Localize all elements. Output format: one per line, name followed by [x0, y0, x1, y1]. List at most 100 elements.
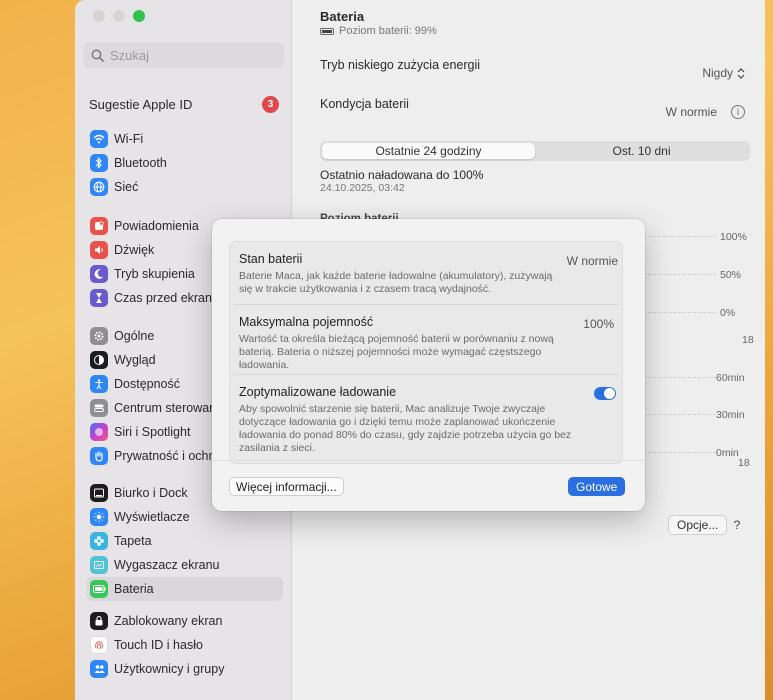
- battery-health-row: W normie i: [666, 105, 745, 119]
- battery-small-icon: [320, 27, 334, 35]
- axis-tick-level-x: 18: [742, 334, 754, 346]
- max-capacity-desc: Wartość ta określa bieżącą pojemność bat…: [239, 333, 554, 371]
- optimized-charging-title: Zoptymalizowane ładowanie: [239, 385, 397, 399]
- sidebar-item-label: Sieć: [114, 180, 139, 194]
- sidebar-item-label: Zablokowany ekran: [114, 614, 223, 628]
- page-title: Bateria: [320, 9, 365, 24]
- hourglass-icon: [90, 289, 108, 307]
- low-power-select[interactable]: Nigdy: [702, 66, 745, 80]
- flower-icon: [90, 532, 108, 550]
- axis-label-usage-0: 0min: [716, 447, 739, 459]
- battery-condition-title: Stan baterii: [239, 252, 303, 266]
- last-charged-label: Ostatnio naładowana do 100%: [320, 168, 484, 182]
- bell-icon: [90, 217, 108, 235]
- sidebar-item-label: Bluetooth: [114, 156, 167, 170]
- sidebar-group-security: Zablokowany ekran Touch ID i hasło Użytk…: [87, 609, 283, 681]
- gear-icon: [90, 327, 108, 345]
- close-button[interactable]: [93, 10, 105, 22]
- sidebar-item-bluetooth[interactable]: Bluetooth: [87, 151, 283, 175]
- battery-level-text: Poziom baterii: 99%: [339, 25, 437, 37]
- optimized-charging-card: Zoptymalizowane ładowanie Aby spowolnić …: [229, 374, 623, 464]
- sidebar-item-label: Użytkownicy i grupy: [114, 662, 225, 676]
- sidebar-item-label: Wi-Fi: [114, 132, 144, 146]
- sidebar-item-label: Siri i Spotlight: [114, 425, 191, 439]
- battery-condition-desc: Baterie Maca, jak każde baterie ładowaln…: [239, 270, 553, 295]
- battery-condition-row: Stan baterii Baterie Maca, jak każde bat…: [230, 242, 622, 304]
- siri-icon: [90, 423, 108, 441]
- sidebar-item-network[interactable]: Sieć: [87, 175, 283, 199]
- sidebar-item-wallpaper[interactable]: Tapeta: [87, 529, 283, 553]
- sidebar-item-label: Wygląd: [114, 353, 156, 367]
- chevron-up-down-icon: [737, 67, 745, 79]
- search-input[interactable]: [110, 47, 270, 63]
- tab-last-24-hours[interactable]: Ostatnie 24 godziny: [322, 143, 535, 159]
- dock-icon: [90, 484, 108, 502]
- sidebar-item-label: Centrum sterowania: [114, 401, 226, 415]
- battery-health-label: Kondycja baterii: [320, 97, 409, 111]
- zoom-button[interactable]: [133, 10, 145, 22]
- sidebar-group-network: Wi-Fi Bluetooth Sieć: [87, 127, 283, 199]
- last-charged-date: 24.10.2025, 03:42: [320, 182, 405, 194]
- axis-label-level-50: 50%: [720, 269, 742, 281]
- globe-icon: [90, 178, 108, 196]
- speaker-icon: [90, 241, 108, 259]
- fingerprint-icon: [90, 636, 108, 654]
- apple-id-suggestions[interactable]: Sugestie Apple ID 3: [89, 94, 279, 114]
- wifi-icon: [90, 130, 108, 148]
- search-icon: [91, 49, 104, 62]
- battery-condition-value: W normie: [566, 254, 618, 268]
- sidebar-item-screensaver[interactable]: Wygaszacz ekranu: [87, 553, 283, 577]
- sidebar-item-label: Tryb skupienia: [114, 267, 195, 281]
- minimize-button[interactable]: [113, 10, 125, 22]
- sun-icon: [90, 508, 108, 526]
- sidebar-item-touch-id[interactable]: Touch ID i hasło: [87, 633, 283, 657]
- window-controls: [93, 10, 145, 22]
- sidebar-item-label: Touch ID i hasło: [114, 638, 203, 652]
- battery-health-sheet: Stan baterii Baterie Maca, jak każde bat…: [212, 219, 645, 511]
- sidebar-item-users[interactable]: Użytkownicy i grupy: [87, 657, 283, 681]
- low-power-label: Tryb niskiego zużycia energii: [320, 58, 481, 72]
- sidebar-item-lock-screen[interactable]: Zablokowany ekran: [87, 609, 283, 633]
- battery-health-value: W normie: [665, 105, 717, 119]
- axis-label-usage-30: 30min: [716, 409, 745, 421]
- axis-label-level-100: 100%: [720, 231, 747, 243]
- sidebar-item-label: Ogólne: [114, 329, 155, 343]
- screensaver-icon: [90, 556, 108, 574]
- hand-icon: [90, 447, 108, 465]
- more-info-button[interactable]: Więcej informacji...: [229, 477, 344, 496]
- done-button[interactable]: Gotowe: [568, 477, 626, 496]
- sidebar-item-wifi[interactable]: Wi-Fi: [87, 127, 283, 151]
- max-capacity-value: 100%: [583, 317, 614, 331]
- sidebar-item-battery[interactable]: Bateria: [87, 577, 283, 601]
- help-button[interactable]: ?: [728, 516, 746, 534]
- sidebar-item-label: Tapeta: [114, 534, 152, 548]
- max-capacity-row: Maksymalna pojemność Wartość ta określa …: [234, 304, 618, 380]
- sidebar-item-label: Dźwięk: [114, 243, 155, 257]
- users-icon: [90, 660, 108, 678]
- axis-tick-usage-x: 18: [738, 457, 750, 469]
- optimized-charging-toggle[interactable]: [594, 387, 616, 400]
- battery-icon: [90, 580, 108, 598]
- max-capacity-title: Maksymalna pojemność: [239, 315, 374, 329]
- lock-icon: [90, 612, 108, 630]
- moon-icon: [90, 265, 108, 283]
- sheet-divider: [212, 460, 645, 461]
- optimized-charging-desc: Aby spowolnić starzenie się baterii, Mac…: [239, 403, 572, 454]
- info-icon[interactable]: i: [731, 105, 745, 119]
- optimized-charging-row: Zoptymalizowane ładowanie Aby spowolnić …: [230, 375, 622, 463]
- notification-badge: 3: [262, 95, 279, 113]
- apple-id-label: Sugestie Apple ID: [89, 96, 193, 112]
- options-button[interactable]: Opcje...: [668, 515, 728, 535]
- search-field[interactable]: [83, 42, 284, 68]
- sidebar-item-label: Dostępność: [114, 377, 181, 391]
- sidebar-item-label: Biurko i Dock: [114, 486, 188, 500]
- accessibility-icon: [90, 375, 108, 393]
- bluetooth-icon: [90, 154, 108, 172]
- sidebar-item-label: Wyświetlacze: [114, 510, 190, 524]
- sidebar-item-label: Wygaszacz ekranu: [114, 558, 220, 572]
- appearance-icon: [90, 351, 108, 369]
- control-center-icon: [90, 399, 108, 417]
- tab-last-10-days[interactable]: Ost. 10 dni: [535, 143, 748, 159]
- battery-info-card: Stan baterii Baterie Maca, jak każde bat…: [229, 241, 623, 381]
- low-power-value: Nigdy: [702, 66, 733, 80]
